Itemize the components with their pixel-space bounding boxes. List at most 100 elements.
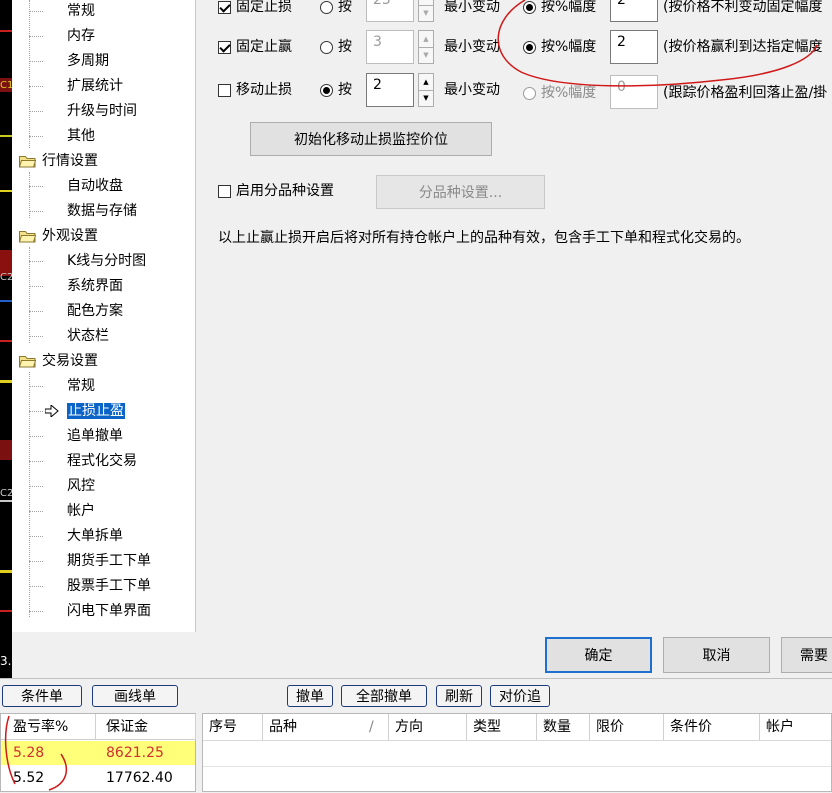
tree-item-label: 升级与时间 — [67, 103, 137, 119]
tree-item-label: 程式化交易 — [67, 453, 137, 469]
more-button[interactable]: 需要 — [781, 637, 832, 673]
fixed-take-profit-by-label: 按 — [338, 39, 352, 55]
annotation-circle — [497, 0, 818, 87]
condition-order-button[interactable]: 条件单 — [2, 685, 82, 707]
trailing-stop-tick-spinner[interactable]: ▲ ▼ — [418, 73, 434, 107]
tree-item-label: 系统界面 — [67, 278, 123, 294]
refresh-button[interactable]: 刷新 — [436, 685, 482, 707]
tree-item-label: 闪电下单界面 — [67, 603, 151, 619]
tree-item-label: 自动收盘 — [67, 178, 123, 194]
tree-item-trade[interactable]: 交易设置 — [19, 350, 98, 372]
orders-header-condition-price[interactable]: 条件价 — [664, 714, 760, 740]
tree-item-algo[interactable]: 程式化交易 — [29, 450, 137, 472]
fixed-take-profit-tick-spinner[interactable]: ▲ ▼ — [418, 30, 434, 64]
trading-panel: 条件单 画线单 撤单 全部撤单 刷新 对价追 盈亏率% 保证金 5.28 862… — [0, 678, 832, 792]
fixed-stop-loss-by-tick-radio[interactable] — [320, 1, 333, 14]
tree-item-account[interactable]: 帐户 — [29, 500, 95, 522]
tree-item-label: K线与分时图 — [67, 253, 147, 269]
cancel-button[interactable]: 取消 — [663, 637, 770, 673]
orders-table: 序号 品种 / 方向 类型 数量 限价 条件价 帐户 — [202, 713, 832, 792]
per-product-settings-button[interactable]: 分品种设置... — [376, 175, 545, 209]
fixed-stop-loss-by-label: 按 — [338, 0, 352, 15]
tree-item-futures[interactable]: 期货手工下单 — [29, 550, 151, 572]
tree-item-label: 风控 — [67, 478, 95, 494]
tree-item-label: 止损止盈 — [67, 403, 125, 419]
tree-item-split[interactable]: 大单拆单 — [29, 525, 123, 547]
tree-item-colors[interactable]: 配色方案 — [29, 300, 123, 322]
background-chart-strip: C1 C2 C2 — [0, 0, 12, 678]
tree-item-label: 其他 — [67, 128, 95, 144]
position-margin: 17762.40 — [106, 770, 173, 786]
tree-item-general2[interactable]: 常规 — [29, 375, 95, 397]
position-margin: 8621.25 — [106, 745, 164, 761]
tree-item-multiperiod[interactable]: 多周期 — [29, 50, 109, 72]
tree-item-upgrade[interactable]: 升级与时间 — [29, 100, 137, 122]
fixed-stop-loss-tick-input[interactable]: 25 — [366, 0, 414, 22]
orders-header-limit-price[interactable]: 限价 — [590, 714, 664, 740]
trailing-stop-tick-input[interactable]: 2 — [366, 73, 414, 107]
chart-fragment-label: C2 — [0, 272, 12, 283]
tree-item-datastore[interactable]: 数据与存储 — [29, 200, 137, 222]
per-product-label: 启用分品种设置 — [236, 183, 334, 199]
chart-fragment-label: C1 — [0, 80, 12, 91]
ok-button[interactable]: 确定 — [545, 637, 652, 673]
fixed-stop-loss-label: 固定止损 — [236, 0, 292, 15]
fixed-take-profit-label: 固定止赢 — [236, 39, 292, 55]
tree-item-autoclose[interactable]: 自动收盘 — [29, 175, 123, 197]
tree-item-label: 追单撤单 — [67, 428, 123, 444]
fixed-stop-loss-checkbox[interactable] — [218, 1, 231, 14]
tree-item-label: 股票手工下单 — [67, 578, 151, 594]
orders-header-direction[interactable]: 方向 — [389, 714, 467, 740]
annotation-circle — [4, 715, 68, 791]
init-trailing-stop-button[interactable]: 初始化移动止损监控价位 — [250, 122, 492, 156]
tree-item-label: 行情设置 — [42, 153, 98, 169]
trailing-stop-checkbox[interactable] — [218, 84, 231, 97]
tree-item-label: 常规 — [67, 3, 95, 19]
folder-open-icon — [19, 356, 36, 368]
tree-item-other[interactable]: 其他 — [29, 125, 95, 147]
stop-settings-note: 以上止赢止损开启后将对所有持仓帐户上的品种有效，包含手工下单和程式化交易的。 — [218, 230, 750, 246]
tree-item-memory[interactable]: 内存 — [29, 25, 95, 47]
orders-header-sort-indicator: / — [363, 714, 389, 740]
tree-item-flash[interactable]: 闪电下单界面 — [29, 600, 151, 622]
tree-item-label: 数据与存储 — [67, 203, 137, 219]
settings-tree: 常规 内存 多周期 扩展统计 升级与时间 其他 行情设置 自动收盘 数据与存储 外观设置 K线与分时… — [12, 0, 196, 632]
tree-item-appearance[interactable]: 外观设置 — [19, 225, 98, 247]
orders-header-type[interactable]: 类型 — [467, 714, 537, 740]
tree-item-extstats[interactable]: 扩展统计 — [29, 75, 123, 97]
tree-item-label: 配色方案 — [67, 303, 123, 319]
chart-fragment-label: 3. — [0, 654, 12, 668]
positions-header-margin[interactable]: 保证金 — [96, 714, 196, 740]
orders-header-account[interactable]: 帐户 — [760, 714, 832, 740]
tree-item-quote[interactable]: 行情设置 — [19, 150, 98, 172]
arrow-right-icon — [45, 405, 59, 417]
opposite-price-button[interactable]: 对价追 — [490, 685, 550, 707]
tree-item-general1[interactable]: 常规 — [29, 0, 95, 22]
fixed-take-profit-tick-input[interactable]: 3 — [366, 30, 414, 64]
tree-item-stocks[interactable]: 股票手工下单 — [29, 575, 151, 597]
fixed-take-profit-checkbox[interactable] — [218, 41, 231, 54]
tree-item-kline[interactable]: K线与分时图 — [29, 250, 147, 272]
tree-item-label: 大单拆单 — [67, 528, 123, 544]
folder-open-icon — [19, 231, 36, 243]
trailing-stop-by-tick-radio[interactable] — [320, 84, 333, 97]
line-order-button[interactable]: 画线单 — [92, 685, 178, 707]
cancel-order-button[interactable]: 撤单 — [287, 685, 333, 707]
tree-item-statusbar[interactable]: 状态栏 — [29, 325, 109, 347]
fixed-take-profit-by-tick-radio[interactable] — [320, 41, 333, 54]
orders-header-seq[interactable]: 序号 — [203, 714, 263, 740]
stop-settings-panel: 固定止损 按 25 ▲▼ 最小变动 按%幅度 2 (按价格不利变动固定幅度 固定… — [196, 0, 832, 632]
tree-item-stoploss[interactable]: 止损止盈 — [29, 400, 125, 422]
tree-item-chase[interactable]: 追单撤单 — [29, 425, 123, 447]
orders-header-quantity[interactable]: 数量 — [537, 714, 590, 740]
tree-item-label: 内存 — [67, 28, 95, 44]
per-product-checkbox[interactable] — [218, 185, 231, 198]
trailing-stop-label: 移动止损 — [236, 82, 292, 98]
folder-open-icon — [19, 156, 36, 168]
tree-item-sysui[interactable]: 系统界面 — [29, 275, 123, 297]
tree-item-label: 帐户 — [67, 503, 95, 519]
fixed-stop-loss-tick-spinner[interactable]: ▲▼ — [418, 0, 434, 22]
cancel-all-button[interactable]: 全部撤单 — [341, 685, 427, 707]
tree-item-risk[interactable]: 风控 — [29, 475, 95, 497]
tree-item-label: 多周期 — [67, 53, 109, 69]
